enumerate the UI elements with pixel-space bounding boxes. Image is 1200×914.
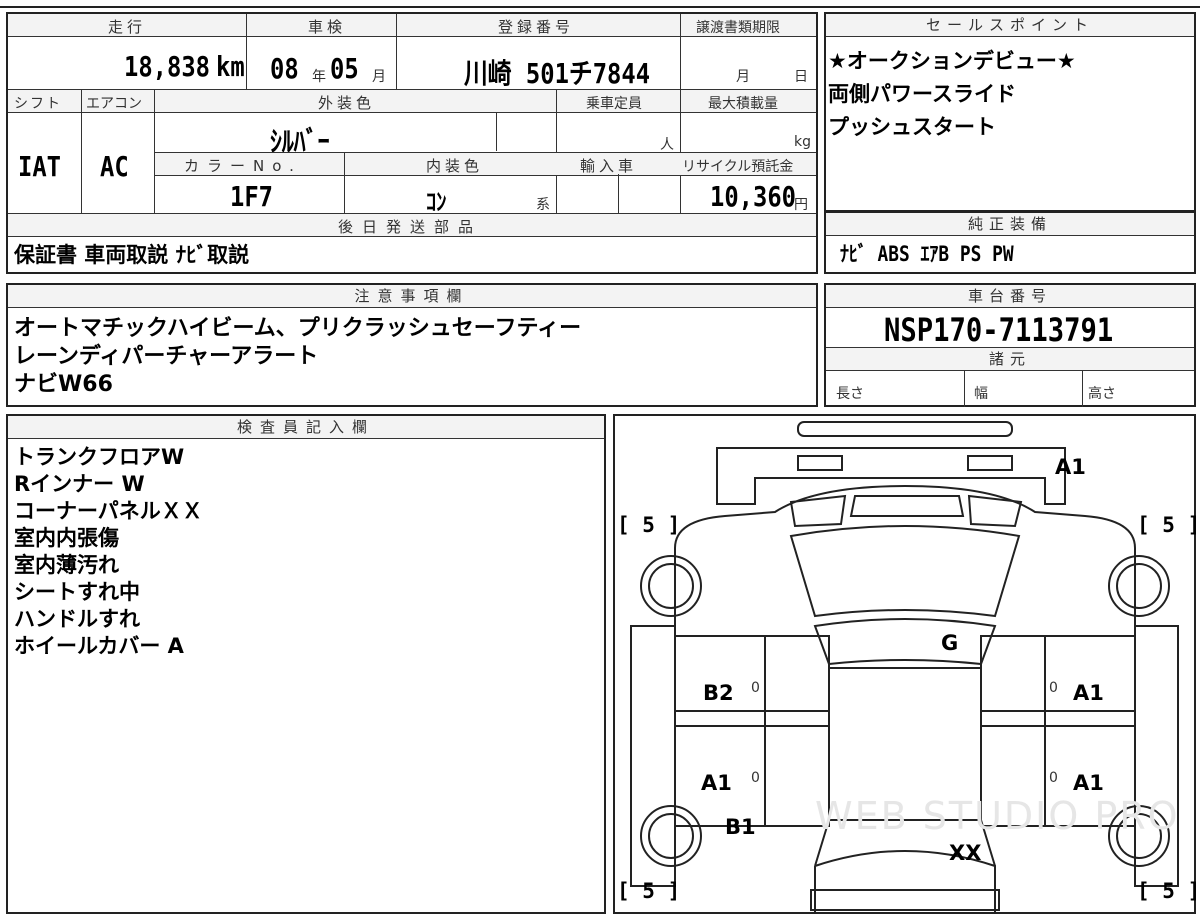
notes-line: レーンディパーチャーアラート — [14, 344, 319, 369]
inspector-panel: 検査員記入欄 トランクフロアW Rインナー W コーナーパネルＸＸ 室内内張傷 … — [6, 414, 606, 914]
sales-point-line: ★オークションデビュー★ — [828, 49, 1076, 73]
inspection-year-unit: 年 — [312, 69, 326, 85]
length-label: 長さ — [836, 386, 864, 402]
interior-color-suffix: 系 — [536, 197, 550, 213]
sales-point-line: 両側パワースライド — [828, 82, 1016, 106]
right-rear-door-grade: A1 — [1073, 681, 1104, 705]
sales-points-panel: セールスポイント ★オークションデビュー★ 両側パワースライド プッシュスタート — [824, 12, 1196, 212]
tire-front-right: [ 5 ] — [1137, 879, 1200, 903]
inspector-line: 室内内張傷 — [14, 526, 119, 550]
mileage-value: 18,838 — [124, 50, 210, 83]
inspector-line: ハンドルすれ — [14, 607, 140, 631]
transfer-month: 月 — [736, 69, 750, 85]
vehicle-info-panel: 走行 車検 登録番号 譲渡書類期限 18,838 km 08 年 05 月 川崎… — [6, 12, 818, 274]
chassis-header: 車台番号 — [826, 285, 1194, 308]
registration-number: 川崎 501チ7844 — [464, 57, 651, 90]
genuine-equipment-value: ﾅﾋﾞ ABS ｴｱB PS PW — [840, 242, 1014, 266]
inspector-line: トランクフロアW — [14, 445, 185, 469]
inspection-month: 05 — [330, 52, 359, 85]
max-load-label: 最大積載量 — [708, 96, 778, 112]
tire-front-left: [ 5 ] — [617, 879, 681, 903]
car-diagram-panel: [ 5 ] [ 5 ] [ 5 ] [ 5 ] A1 G B2 0 0 A1 A… — [613, 414, 1200, 914]
left-rear-door-zero: 0 — [751, 680, 760, 696]
import-label: 輸入車 — [580, 157, 638, 175]
genuine-equipment-header: 純正装備 — [826, 213, 1194, 236]
notes-line: ナビW66 — [14, 372, 113, 397]
left-front-door-zero: 0 — [751, 770, 760, 786]
registration-label: 登録番号 — [498, 18, 575, 36]
sales-point-line: プッシュスタート — [828, 115, 996, 139]
mileage-label: 走行 — [108, 18, 147, 36]
tire-rear-left: [ 5 ] — [617, 513, 681, 537]
color-no-label: カラーNo. — [184, 157, 302, 175]
interior-color-value: ｺﾝ — [426, 188, 447, 216]
chassis-panel: 車台番号 NSP170-7113791 諸元 長さ 幅 高さ — [824, 283, 1196, 407]
top-strip — [0, 0, 1200, 8]
notes-panel: 注意事項欄 オートマチックハイビーム、プリクラッシュセーフティー レーンディパー… — [6, 283, 818, 407]
transfer-deadline-label: 譲渡書類期限 — [696, 20, 780, 36]
recycle-fee-unit: 円 — [794, 197, 808, 213]
hood-grade: XX — [949, 841, 982, 865]
inspector-line: 室内薄汚れ — [14, 553, 119, 577]
later-parts-value: 保証書 車両取説 ﾅﾋﾞ取説 — [14, 243, 250, 267]
shift-label: シフト — [14, 96, 62, 112]
inspector-line: シートすれ中 — [14, 580, 140, 604]
mileage-unit: km — [216, 50, 245, 83]
capacity-label: 乗車定員 — [586, 96, 642, 112]
left-fender-grade: B1 — [725, 815, 756, 839]
left-front-door-grade: A1 — [701, 771, 732, 795]
interior-color-label: 内装色 — [426, 157, 484, 175]
rear-bumper-grade: A1 — [1055, 455, 1086, 479]
recycle-fee-label: リサイクル預託金 — [682, 159, 794, 175]
watermark: WEB STUDIO PRO — [815, 794, 1180, 838]
width-label: 幅 — [974, 386, 988, 402]
chassis-number: NSP170-7113791 — [884, 311, 1114, 349]
transfer-day: 日 — [794, 69, 808, 85]
color-no-value: 1F7 — [230, 180, 273, 213]
aircon-label: エアコン — [86, 96, 142, 112]
max-load-unit: kg — [794, 134, 811, 150]
exterior-color-label: 外装色 — [318, 94, 376, 112]
roof-grade: G — [941, 631, 959, 655]
capacity-unit: 人 — [660, 137, 674, 153]
notes-header: 注意事項欄 — [8, 285, 816, 308]
inspection-year: 08 — [270, 52, 299, 85]
inspection-month-unit: 月 — [372, 69, 386, 85]
aircon-value: AC — [100, 150, 129, 183]
left-rear-door-grade: B2 — [703, 681, 734, 705]
specs-header: 諸元 — [826, 347, 1194, 371]
sales-points-header: セールスポイント — [826, 14, 1194, 37]
height-label: 高さ — [1088, 386, 1116, 402]
inspection-label: 車検 — [308, 18, 347, 36]
inspector-line: Rインナー W — [14, 472, 145, 496]
shift-value: IAT — [18, 150, 61, 183]
inspector-line: コーナーパネルＸＸ — [14, 499, 203, 523]
tire-rear-right: [ 5 ] — [1137, 513, 1200, 537]
recycle-fee-value: 10,360 — [710, 180, 796, 213]
right-front-door-zero: 0 — [1049, 770, 1058, 786]
later-parts-label: 後日発送部品 — [338, 218, 483, 236]
inspector-line: ホイールカバー A — [14, 634, 184, 658]
notes-line: オートマチックハイビーム、プリクラッシュセーフティー — [14, 316, 582, 341]
genuine-equipment-panel: 純正装備 ﾅﾋﾞ ABS ｴｱB PS PW — [824, 211, 1196, 274]
right-front-door-grade: A1 — [1073, 771, 1104, 795]
right-rear-door-zero: 0 — [1049, 680, 1058, 696]
inspector-header: 検査員記入欄 — [8, 416, 604, 439]
